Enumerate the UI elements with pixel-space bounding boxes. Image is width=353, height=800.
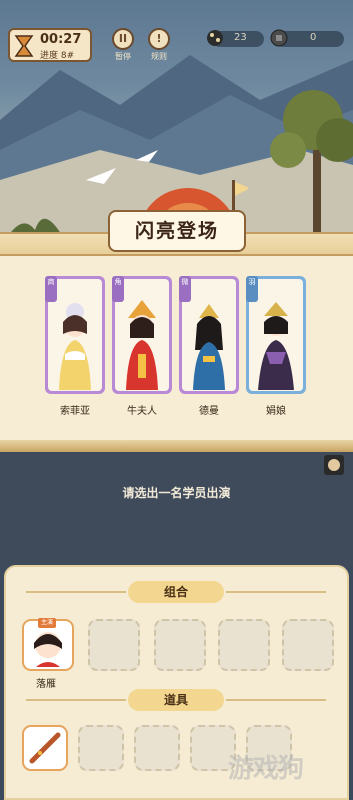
character-portrait — [193, 304, 225, 390]
cookie-icon — [207, 30, 223, 46]
timer-value: 00:27 — [40, 32, 82, 47]
prompt-area: 请选出一名学员出演 — [0, 452, 353, 567]
group-slot-2[interactable] — [88, 619, 140, 671]
avatar-icon[interactable] — [323, 454, 345, 476]
character-name: 索菲亚 — [60, 406, 90, 417]
member-portrait — [34, 632, 62, 667]
group-slot-1[interactable]: 主演 — [22, 618, 74, 671]
character-portrait — [258, 302, 294, 390]
character-card-4[interactable]: 羽 — [246, 276, 306, 394]
prop-slot-2[interactable] — [78, 725, 124, 771]
instruction-text: 请选出一名学员出演 — [122, 486, 231, 500]
character-card-2[interactable]: 角 — [112, 276, 172, 394]
rules-button[interactable]: ! 规则 — [144, 28, 174, 62]
character-name: 德曼 — [199, 406, 219, 417]
character-name: 牛夫人 — [127, 406, 157, 417]
character-stage: 商 角 微 羽 索菲亚 牛夫人 德曼 娟娘 — [0, 256, 353, 446]
group-section-header: 组合 — [6, 581, 351, 603]
timer-panel: 00:27 进度 8# — [8, 28, 92, 62]
group-slot-5[interactable] — [282, 619, 334, 671]
coin-count: 0 — [310, 32, 317, 43]
paper-bird-icon — [136, 150, 158, 162]
prop-slot-3[interactable] — [134, 725, 180, 771]
character-card-1[interactable]: 商 — [45, 276, 105, 394]
props-section-header: 道具 — [6, 689, 351, 711]
stage-border — [0, 440, 353, 452]
rules-label: 规则 — [151, 52, 167, 61]
member-name: 落雁 — [36, 679, 56, 690]
banner-title: 闪亮登场 — [134, 220, 219, 242]
paper-bird-icon — [86, 168, 116, 184]
character-portrait — [59, 303, 91, 390]
pause-label: 暂停 — [115, 52, 131, 61]
hourglass-icon — [14, 35, 34, 57]
tree-right-decoration — [270, 90, 353, 250]
info-icon: ! — [148, 28, 170, 50]
banner-title-plate: 闪亮登场 — [108, 210, 246, 252]
pause-icon: II — [112, 28, 134, 50]
character-name: 娟娘 — [266, 406, 286, 417]
group-slot-4[interactable] — [218, 619, 270, 671]
progress-label: 进度 8# — [40, 51, 75, 61]
character-portrait — [126, 300, 158, 390]
props-section-title: 道具 — [128, 689, 224, 711]
group-slot-3[interactable] — [154, 619, 206, 671]
watermark: 游戏狗 — [228, 754, 304, 784]
prop-slot-1[interactable] — [22, 725, 68, 771]
cookie-counter: 23 — [207, 30, 264, 47]
cookie-count: 23 — [234, 32, 247, 43]
group-section-title: 组合 — [128, 581, 224, 603]
pause-button[interactable]: II 暂停 — [108, 28, 138, 62]
flute-icon — [29, 732, 61, 764]
lead-badge: 主演 — [38, 618, 56, 628]
character-card-3[interactable]: 微 — [179, 276, 239, 394]
coin-counter: 0 — [270, 29, 344, 47]
coin-icon — [270, 29, 288, 47]
